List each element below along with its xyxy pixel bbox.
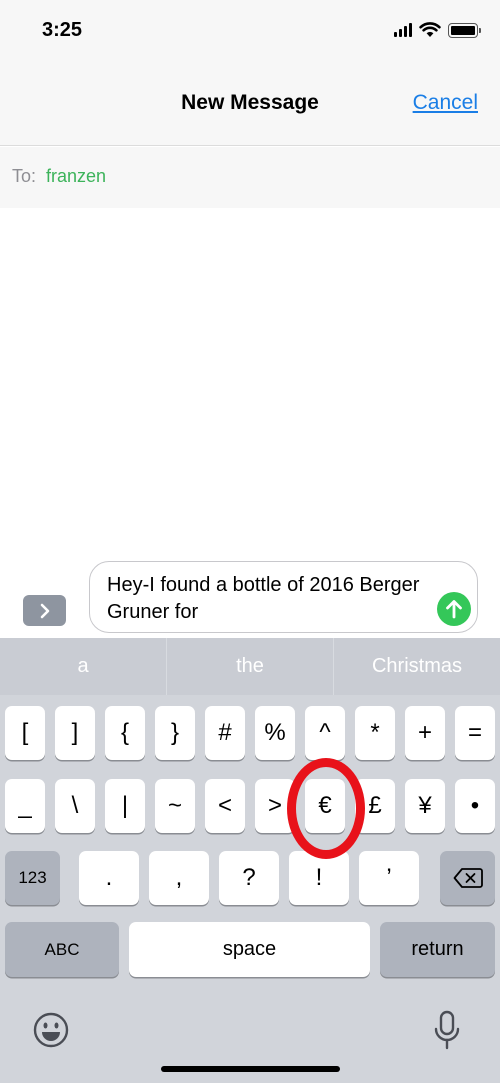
key-hash[interactable]: # xyxy=(205,706,245,760)
key-bullet[interactable]: • xyxy=(455,779,495,833)
status-time: 3:25 xyxy=(42,19,83,41)
message-text: Hey-I found a bottle of 2016 Berger Grun… xyxy=(107,574,425,623)
emoji-icon[interactable] xyxy=(33,1012,69,1048)
key-question[interactable]: ? xyxy=(219,851,279,905)
key-apostrophe[interactable]: ’ xyxy=(359,851,419,905)
key-underscore[interactable]: _ xyxy=(5,779,45,833)
key-euro[interactable]: € xyxy=(305,779,345,833)
expand-apps-button[interactable] xyxy=(23,595,66,626)
home-indicator xyxy=(161,1066,340,1072)
chevron-right-icon xyxy=(40,603,49,618)
key-greater-than[interactable]: > xyxy=(255,779,295,833)
space-key[interactable]: space xyxy=(129,922,370,977)
signal-icon xyxy=(394,23,412,37)
key-abc-mode[interactable]: ABC xyxy=(5,922,119,977)
arrow-up-icon xyxy=(446,600,462,619)
microphone-icon[interactable] xyxy=(433,1010,461,1052)
key-pipe[interactable]: | xyxy=(105,779,145,833)
key-open-brace[interactable]: { xyxy=(105,706,145,760)
delete-key[interactable] xyxy=(440,851,495,905)
to-label: To: xyxy=(12,166,37,186)
key-yen[interactable]: ¥ xyxy=(405,779,445,833)
key-close-brace[interactable]: } xyxy=(155,706,195,760)
recipient-token[interactable]: franzen xyxy=(46,166,106,187)
key-backslash[interactable]: \ xyxy=(55,779,95,833)
predictive-bar: a the Christmas xyxy=(0,638,500,695)
key-asterisk[interactable]: * xyxy=(355,706,395,760)
key-tilde[interactable]: ~ xyxy=(155,779,195,833)
battery-icon xyxy=(448,22,481,38)
key-numbers-mode[interactable]: 123 xyxy=(5,851,60,905)
key-caret[interactable]: ^ xyxy=(305,706,345,760)
status-bar: 3:25 xyxy=(0,0,500,62)
key-open-bracket[interactable]: [ xyxy=(5,706,45,760)
key-percent[interactable]: % xyxy=(255,706,295,760)
suggestion-1[interactable]: a xyxy=(0,638,166,695)
suggestion-3[interactable]: Christmas xyxy=(333,638,500,695)
key-period[interactable]: . xyxy=(79,851,139,905)
message-input[interactable]: Hey-I found a bottle of 2016 Berger Grun… xyxy=(89,561,478,633)
key-pound[interactable]: £ xyxy=(355,779,395,833)
key-comma[interactable]: , xyxy=(149,851,209,905)
key-plus[interactable]: + xyxy=(405,706,445,760)
suggestion-2[interactable]: the xyxy=(166,638,333,695)
key-close-bracket[interactable]: ] xyxy=(55,706,95,760)
cancel-button[interactable]: Cancel xyxy=(413,91,478,115)
send-button[interactable] xyxy=(437,592,471,626)
nav-bar: New Message Cancel xyxy=(0,62,500,146)
key-equals[interactable]: = xyxy=(455,706,495,760)
backspace-icon xyxy=(453,868,483,888)
wifi-icon xyxy=(419,22,441,37)
to-field[interactable]: To: franzen xyxy=(0,147,500,208)
key-exclamation[interactable]: ! xyxy=(289,851,349,905)
status-icons xyxy=(394,22,481,38)
key-less-than[interactable]: < xyxy=(205,779,245,833)
return-key[interactable]: return xyxy=(380,922,495,977)
